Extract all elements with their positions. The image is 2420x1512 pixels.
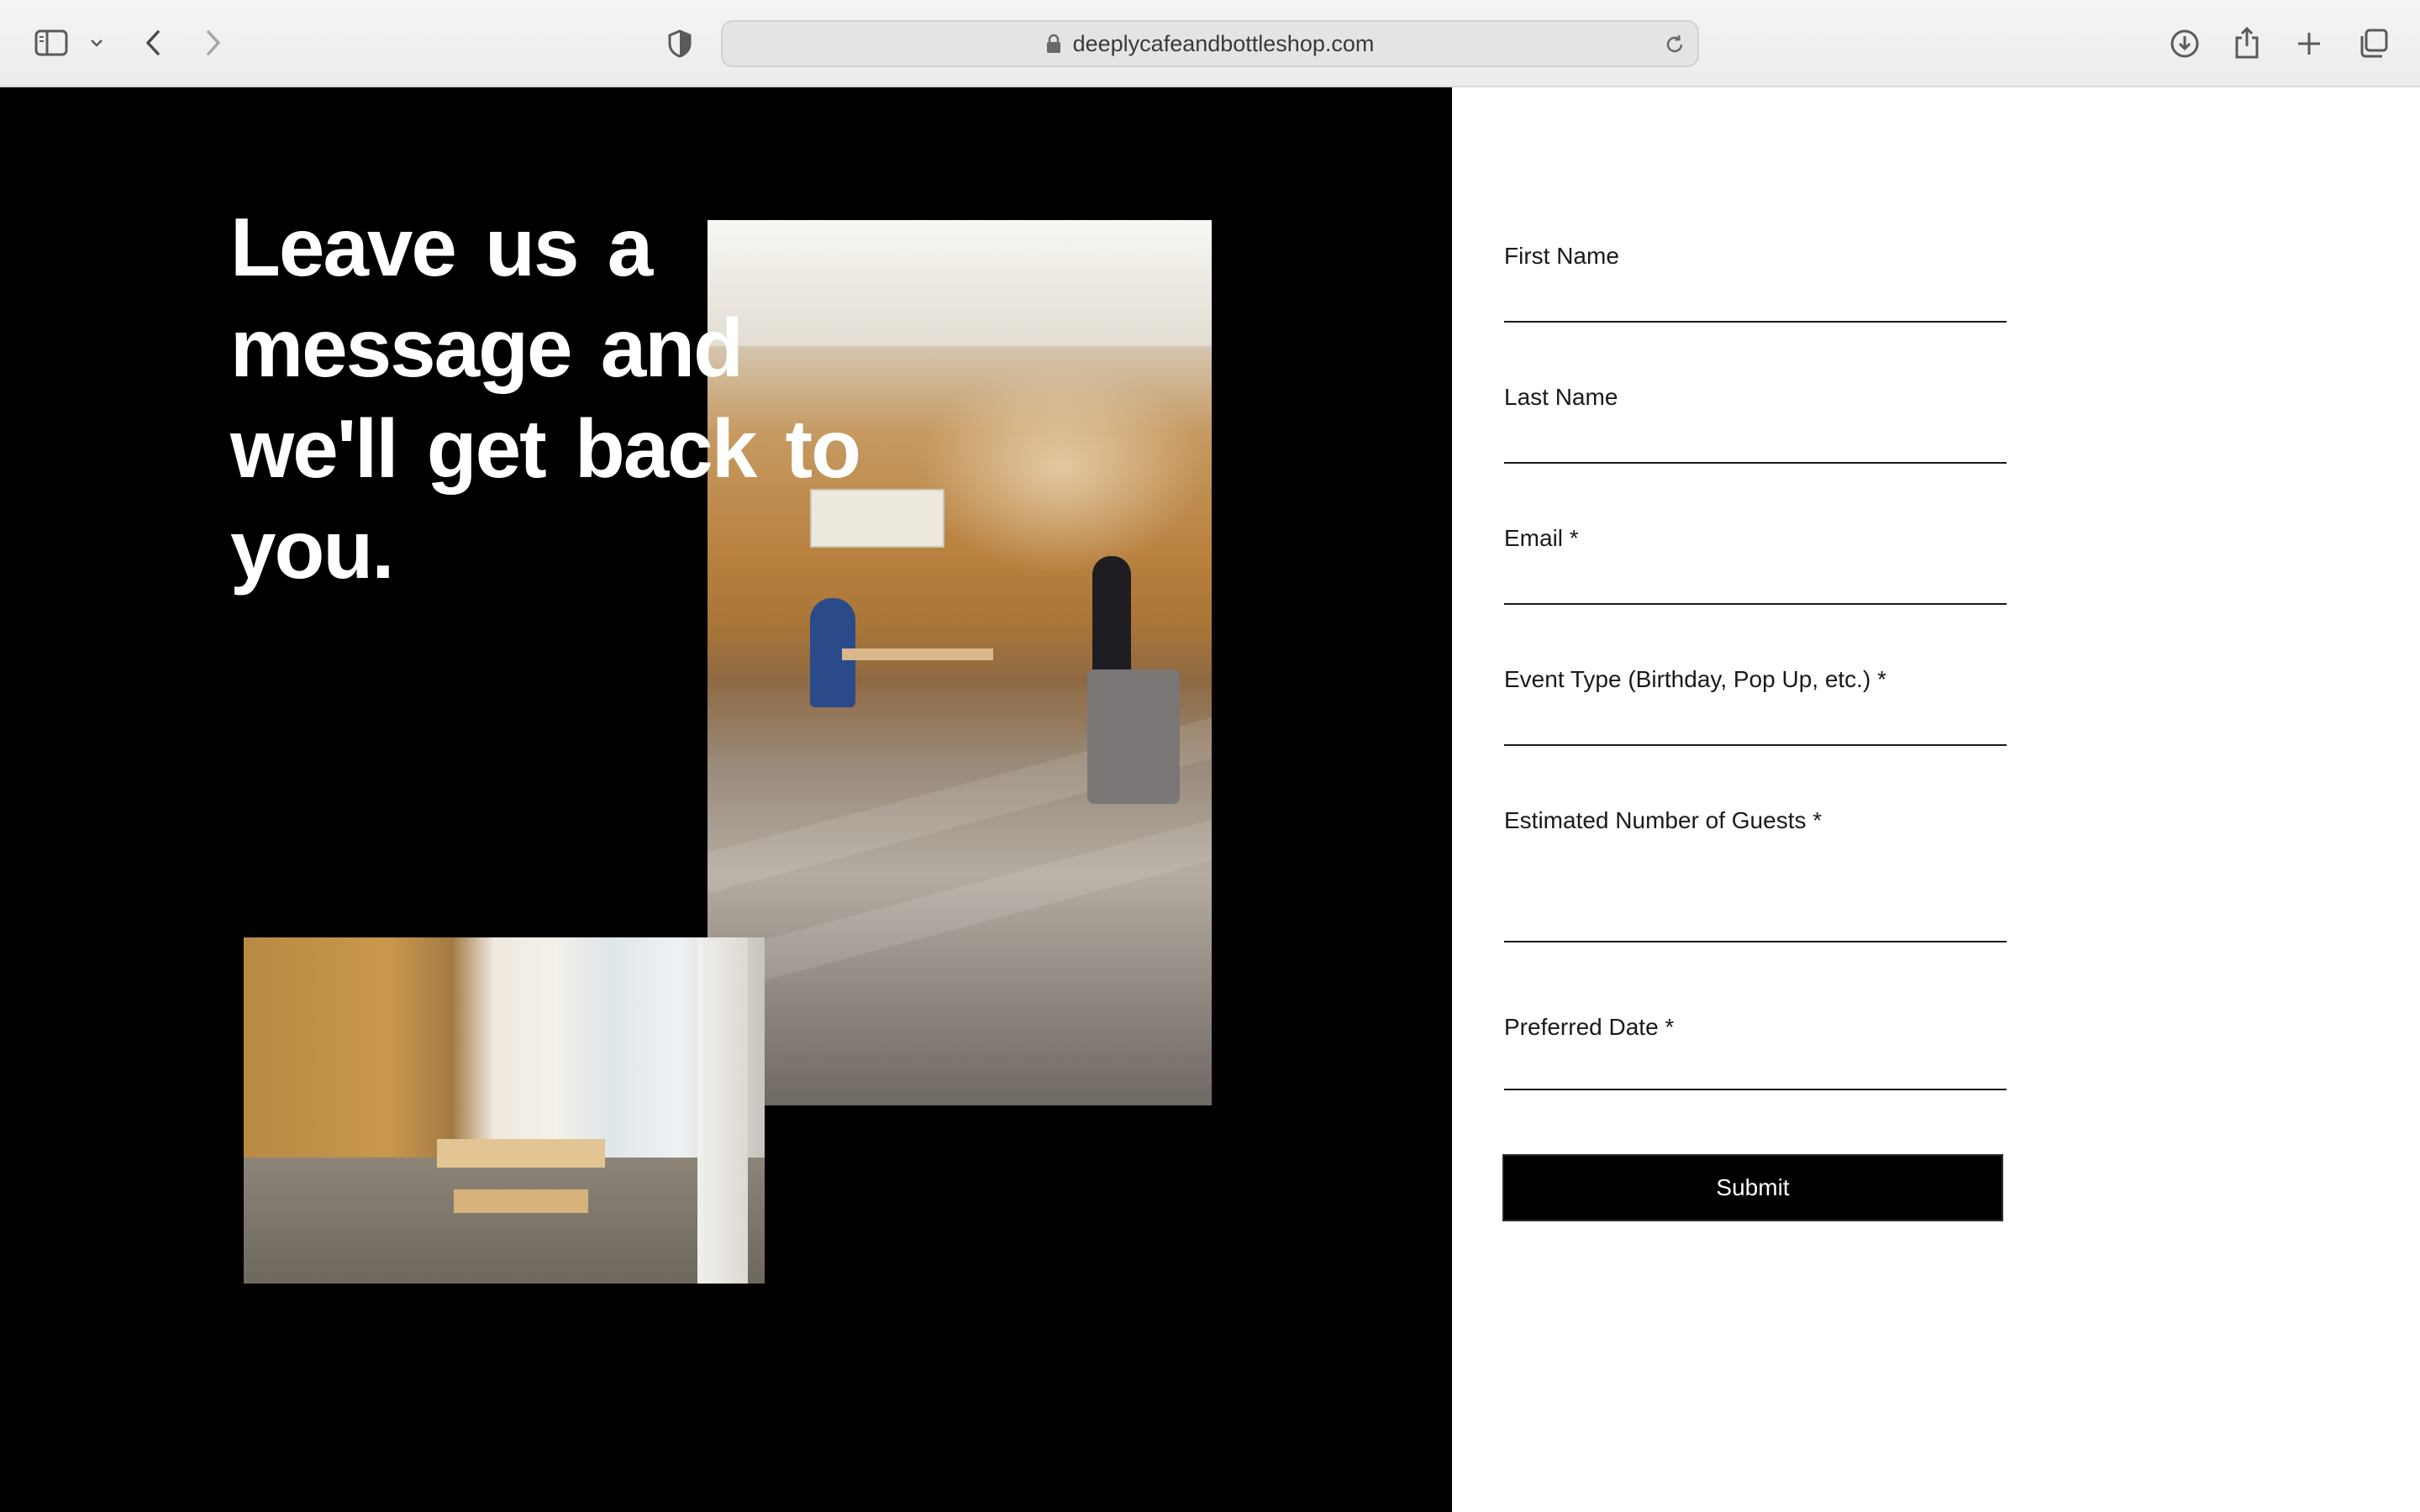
back-arrow-icon[interactable] [138, 25, 168, 60]
last-name-label: Last Name [1504, 384, 1618, 410]
event-type-field: Event Type (Birthday, Pop Up, etc.) * [1504, 665, 2008, 758]
download-icon[interactable] [2166, 25, 2203, 62]
email-input[interactable] [1504, 571, 2007, 605]
email-label: Email * [1504, 525, 1579, 551]
hero-panel: Leave us a message and we'll get back to… [0, 87, 1452, 1512]
sidebar-toggle-icon[interactable] [32, 25, 71, 60]
first-name-input[interactable] [1504, 289, 2007, 323]
reload-icon[interactable] [1664, 34, 1686, 55]
chevron-down-icon[interactable] [87, 34, 106, 52]
guests-field: Estimated Number of Guests * [1504, 806, 2008, 974]
preferred-date-label: Preferred Date * [1504, 1014, 1675, 1040]
preferred-date-field: Preferred Date * [1504, 1013, 2008, 1105]
submit-button[interactable]: Submit [1502, 1154, 2003, 1221]
first-name-label: First Name [1504, 243, 1619, 269]
url-text: deeplycafeandbottleshop.com [1072, 30, 1375, 56]
share-icon[interactable] [2230, 24, 2264, 62]
preferred-date-input[interactable] [1504, 1057, 2007, 1090]
guests-label: Estimated Number of Guests * [1504, 807, 1823, 833]
event-type-input[interactable] [1504, 712, 2007, 746]
browser-toolbar: deeplycafeandbottleshop.com [0, 0, 2420, 87]
address-bar[interactable]: deeplycafeandbottleshop.com [721, 20, 1699, 67]
lock-icon [1046, 34, 1061, 54]
guests-input[interactable] [1504, 857, 2007, 942]
new-tab-plus-icon[interactable] [2292, 27, 2326, 60]
privacy-shield-icon[interactable] [664, 27, 696, 60]
email-field: Email * [1504, 524, 2008, 617]
hero-headline: Leave us a message and we'll get back to… [230, 201, 861, 596]
window-seating-photo [244, 937, 765, 1284]
event-type-label: Event Type (Birthday, Pop Up, etc.) * [1504, 666, 1886, 692]
last-name-input[interactable] [1504, 430, 2007, 464]
forward-arrow-icon[interactable] [198, 25, 229, 60]
last-name-field: Last Name [1504, 383, 2008, 475]
tab-overview-icon[interactable] [2354, 25, 2391, 62]
first-name-field: First Name [1504, 242, 2008, 334]
contact-form: First Name Last Name Email * Event Type … [1452, 87, 2420, 1512]
